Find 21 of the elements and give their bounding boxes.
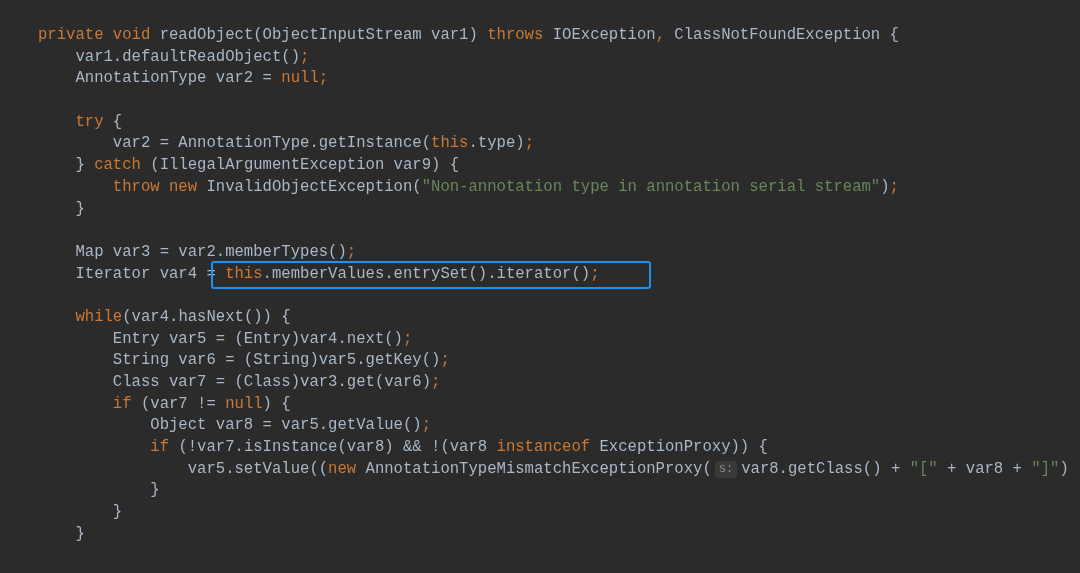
- code-line: AnnotationType var2 = null;: [74, 68, 329, 90]
- code-line: throw new InvalidObjectException("Non-annotation type in annotation serial stream");: [111, 176, 899, 198]
- code-line: if (var7 != null) {: [111, 393, 291, 415]
- code-line: }: [74, 198, 85, 220]
- code-line: try {: [74, 111, 123, 133]
- code-line: }: [111, 502, 123, 524]
- code-line: if (!var7.isInstance(var8) && !(var8 instanceof ExceptionProxy)) {: [149, 437, 768, 459]
- code-line: }: [74, 523, 85, 545]
- code-line: Class var7 = (Class)var3.get(var6);: [111, 372, 441, 393]
- code-line: private void readObject(ObjectInputStream var1) throws IOException, ClassNotFoundException {: [38, 25, 899, 46]
- parameter-hint: s:: [714, 460, 738, 478]
- code-line: while(var4.hasNext()) {: [74, 306, 291, 328]
- code-line: Map var3 = var2.memberTypes();: [74, 241, 357, 263]
- code-line: var2 = AnnotationType.getInstance(this.type);: [111, 133, 534, 155]
- code-line: } catch (IllegalArgumentException var9) {: [74, 155, 460, 177]
- code-line: var1.defaultReadObject();: [74, 46, 310, 68]
- code-line: String var6 = (String)var5.getKey();: [111, 350, 450, 372]
- code-line: Object var8 = var5.getValue();: [149, 415, 432, 437]
- code-line: Entry var5 = (Entry)var4.next();: [111, 328, 413, 350]
- code-line: }: [149, 480, 160, 502]
- code-line: var5.setValue((new AnnotationTypeMismatchExceptionProxy( s: var8.getClass() + "[" + var8 + "]"): [186, 458, 1069, 480]
